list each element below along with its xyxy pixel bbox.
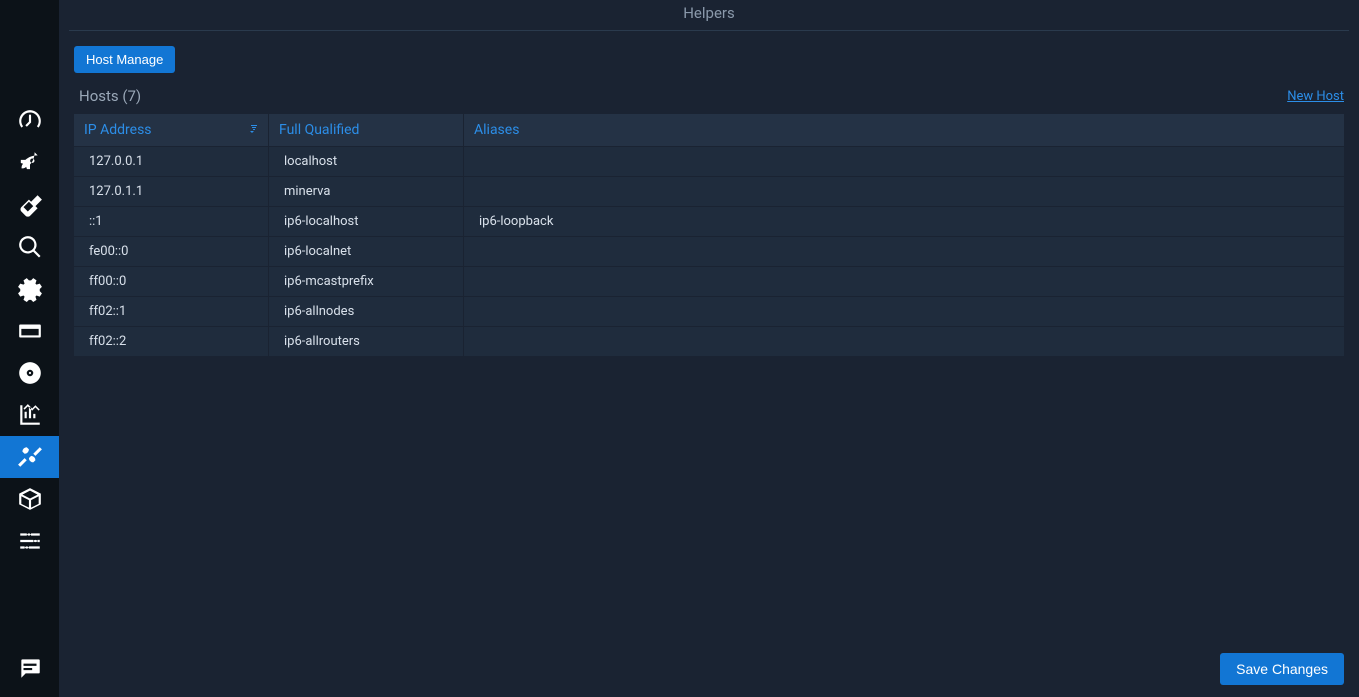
cell-aliases (464, 177, 1344, 206)
cell-ip: ::1 (74, 207, 269, 236)
column-header-fq-label: Full Qualified (279, 122, 359, 138)
cell-ip: ff00::0 (74, 267, 269, 296)
dashboard-icon (17, 108, 43, 134)
cell-aliases (464, 147, 1344, 176)
cell-ip: fe00::0 (74, 237, 269, 266)
table-row[interactable]: ff00::0ip6-mcastprefix (74, 267, 1344, 296)
card-icon (17, 318, 43, 344)
cell-fq: minerva (269, 177, 464, 206)
cell-ip: ff02::1 (74, 297, 269, 326)
table-row[interactable]: ::1ip6-localhostip6-loopback (74, 207, 1344, 236)
sidebar-item-comment[interactable] (0, 647, 59, 689)
sliders-icon (17, 528, 43, 554)
subheader: Hosts (7) New Host (59, 73, 1359, 113)
disk-icon (17, 360, 43, 386)
table-row[interactable]: ff02::2ip6-allrouters (74, 327, 1344, 356)
gear-icon (17, 276, 43, 302)
sidebar (0, 0, 59, 697)
save-changes-button[interactable]: Save Changes (1220, 653, 1344, 685)
cell-ip: 127.0.0.1 (74, 147, 269, 176)
sidebar-item-chart[interactable] (0, 394, 59, 436)
footer-bar: Save Changes (59, 641, 1359, 697)
column-header-aliases[interactable]: Aliases (464, 114, 1344, 146)
sidebar-item-package[interactable] (0, 478, 59, 520)
sidebar-item-tools[interactable] (0, 436, 59, 478)
main-content: Helpers Host Manage Hosts (7) New Host I… (59, 0, 1359, 697)
package-icon (17, 486, 43, 512)
tools-icon (17, 444, 43, 470)
cell-fq: ip6-allrouters (269, 327, 464, 356)
column-header-ip-label: IP Address (84, 122, 152, 138)
sidebar-item-gear[interactable] (0, 268, 59, 310)
sort-desc-icon (246, 123, 258, 138)
cell-aliases (464, 267, 1344, 296)
table-row[interactable]: fe00::0ip6-localnet (74, 237, 1344, 266)
comment-icon (17, 655, 43, 681)
sidebar-item-card[interactable] (0, 310, 59, 352)
page-title: Helpers (69, 0, 1349, 31)
table-row[interactable]: 127.0.1.1minerva (74, 177, 1344, 206)
cell-fq: localhost (269, 147, 464, 176)
table-row[interactable]: ff02::1ip6-allnodes (74, 297, 1344, 326)
sidebar-item-rocket[interactable] (0, 142, 59, 184)
cell-ip: ff02::2 (74, 327, 269, 356)
hosts-table: IP Address Full Qualified Aliases (74, 113, 1344, 357)
cell-aliases (464, 327, 1344, 356)
sidebar-item-broom[interactable] (0, 184, 59, 226)
new-host-link[interactable]: New Host (1287, 89, 1344, 104)
search-icon (17, 234, 43, 260)
tab-host-manage[interactable]: Host Manage (74, 46, 175, 73)
cell-aliases: ip6-loopback (464, 207, 1344, 236)
cell-ip: 127.0.1.1 (74, 177, 269, 206)
cell-fq: ip6-localnet (269, 237, 464, 266)
chart-icon (17, 402, 43, 428)
hosts-count-label: Hosts (7) (79, 87, 141, 105)
broom-icon (17, 192, 43, 218)
tabs-row: Host Manage (59, 31, 1359, 73)
rocket-icon (17, 150, 43, 176)
sidebar-item-search[interactable] (0, 226, 59, 268)
column-header-fq[interactable]: Full Qualified (269, 114, 464, 146)
cell-fq: ip6-allnodes (269, 297, 464, 326)
hosts-table-container: IP Address Full Qualified Aliases (59, 113, 1359, 357)
column-header-aliases-label: Aliases (474, 122, 519, 138)
sidebar-item-sliders[interactable] (0, 520, 59, 562)
cell-aliases (464, 297, 1344, 326)
sidebar-item-dashboard[interactable] (0, 100, 59, 142)
cell-fq: ip6-mcastprefix (269, 267, 464, 296)
sidebar-item-disk[interactable] (0, 352, 59, 394)
table-row[interactable]: 127.0.0.1localhost (74, 147, 1344, 176)
column-header-ip[interactable]: IP Address (74, 114, 269, 146)
cell-fq: ip6-localhost (269, 207, 464, 236)
cell-aliases (464, 237, 1344, 266)
